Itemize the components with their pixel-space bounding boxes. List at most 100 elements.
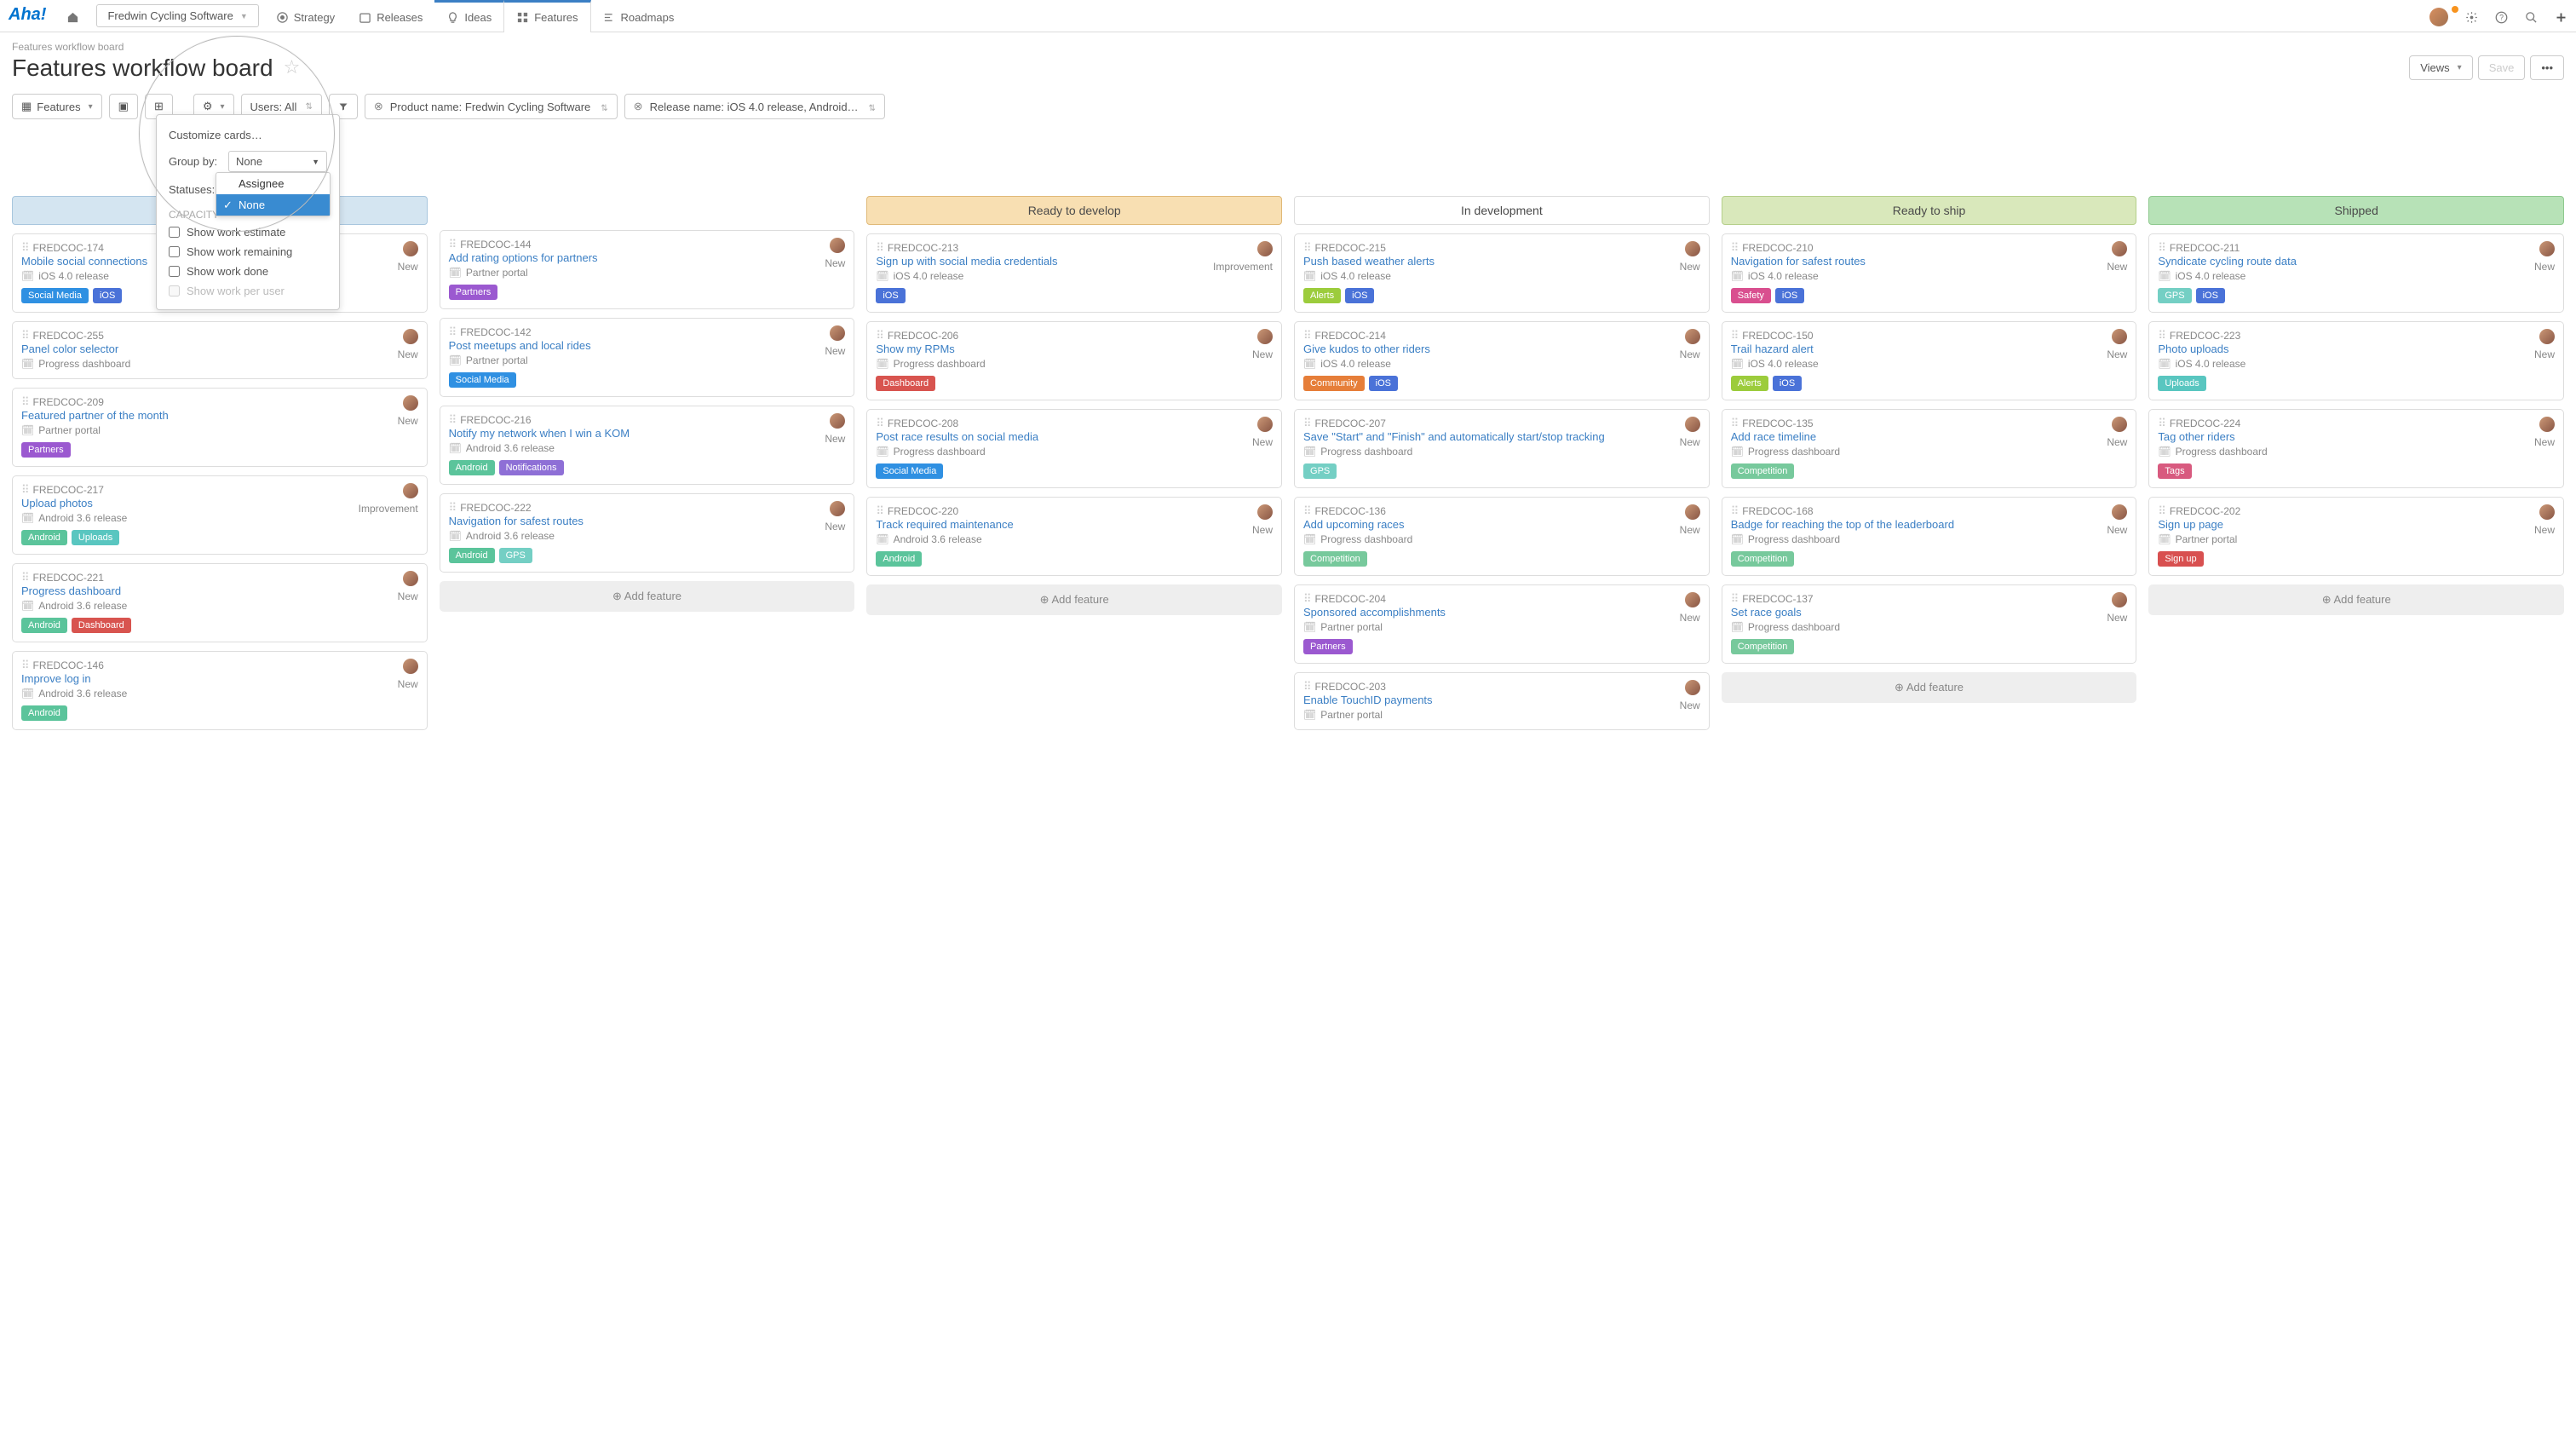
tag[interactable]: iOS	[876, 288, 905, 303]
avatar-icon[interactable]	[1257, 417, 1273, 432]
card-title[interactable]: Show my RPMs	[876, 343, 954, 355]
product-picker[interactable]: Fredwin Cycling Software▼	[96, 4, 258, 27]
feature-card[interactable]: ⠿FREDCOC-220Track required maintenance🗓A…	[866, 497, 1282, 576]
nav-strategy[interactable]: Strategy	[264, 0, 347, 32]
card-title[interactable]: Trail hazard alert	[1731, 343, 1814, 355]
tag[interactable]: Android	[449, 460, 495, 475]
nav-avatar[interactable]	[2421, 5, 2457, 26]
tag[interactable]: Android	[21, 618, 67, 633]
grip-icon[interactable]: ⠿	[449, 413, 456, 427]
feature-card[interactable]: ⠿FREDCOC-208Post race results on social …	[866, 409, 1282, 488]
feature-card[interactable]: ⠿FREDCOC-221Progress dashboard🗓Android 3…	[12, 563, 428, 642]
grip-icon[interactable]: ⠿	[876, 329, 883, 343]
nav-settings[interactable]	[2457, 9, 2487, 24]
card-title[interactable]: Navigation for safest routes	[449, 515, 584, 527]
avatar-icon[interactable]	[1685, 504, 1700, 520]
customize-cards-item[interactable]: Customize cards…	[157, 124, 339, 147]
tag[interactable]: Community	[1303, 376, 1365, 391]
card-title[interactable]: Post meetups and local rides	[449, 339, 591, 352]
avatar-icon[interactable]	[1685, 329, 1700, 344]
card-title[interactable]: Set race goals	[1731, 606, 1802, 619]
card-title[interactable]: Tag other riders	[2158, 430, 2234, 443]
grip-icon[interactable]: ⠿	[1731, 417, 1738, 430]
feature-card[interactable]: ⠿FREDCOC-136Add upcoming races🗓Progress …	[1294, 497, 1710, 576]
card-title[interactable]: Navigation for safest routes	[1731, 255, 1866, 268]
tag[interactable]: GPS	[499, 548, 532, 563]
grip-icon[interactable]: ⠿	[1303, 592, 1310, 606]
add-feature-button[interactable]: Add feature	[1722, 672, 2137, 703]
avatar-icon[interactable]	[830, 325, 845, 341]
tag[interactable]: GPS	[2158, 288, 2191, 303]
tag[interactable]: Competition	[1731, 463, 1795, 479]
grip-icon[interactable]: ⠿	[2158, 329, 2165, 343]
avatar-icon[interactable]	[403, 571, 418, 586]
card-title[interactable]: Sign up page	[2158, 518, 2223, 531]
tag[interactable]: Social Media	[21, 288, 89, 303]
avatar-icon[interactable]	[2539, 504, 2555, 520]
avatar-icon[interactable]	[403, 483, 418, 498]
product-filter-pill[interactable]: ⊗Product name: Fredwin Cycling Software	[365, 94, 618, 119]
avatar-icon[interactable]	[1685, 680, 1700, 695]
view-cards-button[interactable]: ▣	[109, 94, 138, 119]
nav-search[interactable]	[2516, 9, 2546, 24]
feature-card[interactable]: ⠿FREDCOC-202Sign up page🗓Partner portalS…	[2148, 497, 2564, 576]
tag[interactable]: Dashboard	[72, 618, 131, 633]
feature-card[interactable]: ⠿FREDCOC-217Upload photos🗓Android 3.6 re…	[12, 475, 428, 555]
card-title[interactable]: Badge for reaching the top of the leader…	[1731, 518, 1954, 531]
avatar-icon[interactable]	[403, 395, 418, 411]
grip-icon[interactable]: ⠿	[21, 659, 28, 672]
card-title[interactable]: Push based weather alerts	[1303, 255, 1435, 268]
grip-icon[interactable]: ⠿	[21, 329, 28, 343]
feature-card[interactable]: ⠿FREDCOC-135Add race timeline🗓Progress d…	[1722, 409, 2137, 488]
grip-icon[interactable]: ⠿	[1303, 680, 1310, 694]
grip-icon[interactable]: ⠿	[1303, 329, 1310, 343]
tag[interactable]: GPS	[1303, 463, 1337, 479]
grip-icon[interactable]: ⠿	[1303, 504, 1310, 518]
tag[interactable]: Notifications	[499, 460, 564, 475]
grip-icon[interactable]: ⠿	[1731, 329, 1738, 343]
feature-card[interactable]: ⠿FREDCOC-206Show my RPMs🗓Progress dashbo…	[866, 321, 1282, 400]
feature-card[interactable]: ⠿FREDCOC-214Give kudos to other riders🗓i…	[1294, 321, 1710, 400]
tag[interactable]: Sign up	[2158, 551, 2203, 567]
feature-card[interactable]: ⠿FREDCOC-216Notify my network when I win…	[440, 406, 855, 485]
option-none[interactable]: None	[216, 194, 330, 216]
card-title[interactable]: Photo uploads	[2158, 343, 2228, 355]
card-title[interactable]: Improve log in	[21, 672, 91, 685]
feature-card[interactable]: ⠿FREDCOC-204Sponsored accomplishments🗓Pa…	[1294, 584, 1710, 664]
tag[interactable]: iOS	[2196, 288, 2225, 303]
tag[interactable]: iOS	[1773, 376, 1802, 391]
grip-icon[interactable]: ⠿	[449, 238, 456, 251]
close-icon[interactable]: ⊗	[374, 100, 383, 113]
show-work-done-checkbox[interactable]: Show work done	[157, 262, 339, 281]
card-title[interactable]: Save "Start" and "Finish" and automatica…	[1303, 430, 1605, 443]
close-icon[interactable]: ⊗	[634, 100, 643, 113]
feature-card[interactable]: ⠿FREDCOC-207Save "Start" and "Finish" an…	[1294, 409, 1710, 488]
nav-features[interactable]: Features	[503, 0, 590, 32]
avatar-icon[interactable]	[403, 241, 418, 256]
avatar-icon[interactable]	[1257, 241, 1273, 256]
avatar-icon[interactable]	[1685, 241, 1700, 256]
avatar-icon[interactable]	[403, 329, 418, 344]
save-button[interactable]: Save	[2478, 55, 2526, 80]
tag[interactable]: iOS	[93, 288, 122, 303]
card-title[interactable]: Featured partner of the month	[21, 409, 169, 422]
more-button[interactable]: •••	[2530, 55, 2564, 80]
show-work-remaining-checkbox[interactable]: Show work remaining	[157, 242, 339, 262]
avatar-icon[interactable]	[830, 238, 845, 253]
grip-icon[interactable]: ⠿	[1303, 417, 1310, 430]
features-dropdown[interactable]: ▦Features	[12, 94, 102, 119]
tag[interactable]: iOS	[1345, 288, 1374, 303]
grip-icon[interactable]: ⠿	[21, 241, 28, 255]
breadcrumb[interactable]: Features workflow board	[12, 41, 2564, 53]
card-title[interactable]: Add upcoming races	[1303, 518, 1405, 531]
tag[interactable]: Partners	[21, 442, 71, 458]
tag[interactable]: Competition	[1731, 639, 1795, 654]
grip-icon[interactable]: ⠿	[876, 504, 883, 518]
nav-add[interactable]	[2546, 9, 2576, 24]
card-title[interactable]: Syndicate cycling route data	[2158, 255, 2297, 268]
tag[interactable]: Uploads	[2158, 376, 2205, 391]
grip-icon[interactable]: ⠿	[2158, 504, 2165, 518]
nav-roadmaps[interactable]: Roadmaps	[591, 0, 687, 32]
tag[interactable]: Social Media	[876, 463, 943, 479]
feature-card[interactable]: ⠿FREDCOC-150Trail hazard alert🗓iOS 4.0 r…	[1722, 321, 2137, 400]
